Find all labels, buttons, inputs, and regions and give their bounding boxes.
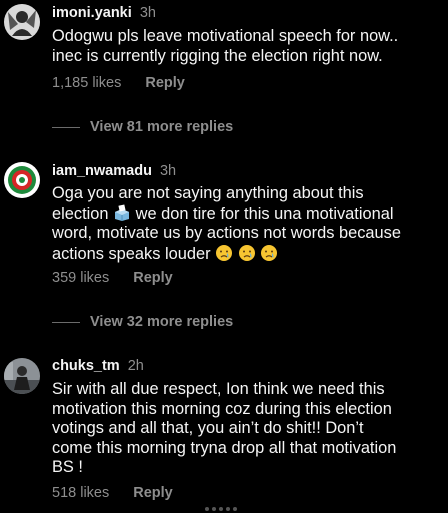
comment-line: election	[52, 204, 109, 223]
divider-line	[52, 321, 80, 323]
username[interactable]: chuks_tm	[52, 358, 120, 374]
likes-count[interactable]: 1,185 likes	[52, 75, 121, 91]
view-more-replies-label: View 81 more replies	[90, 119, 234, 135]
avatar[interactable]	[4, 358, 40, 394]
dot	[219, 507, 223, 511]
comment-meta: 1,185 likes Reply	[52, 75, 185, 91]
username[interactable]: imoni.yanki	[52, 5, 132, 21]
comment-line: word, motivate us by actions not words b…	[52, 224, 401, 242]
comment-line: motivation this morning coz during this …	[52, 399, 392, 418]
reply-button[interactable]: Reply	[133, 270, 173, 286]
avatar-photo-icon	[4, 358, 40, 394]
view-more-replies-button[interactable]: View 81 more replies	[52, 119, 233, 135]
timestamp: 3h	[139, 5, 156, 21]
divider-line	[52, 126, 80, 128]
reply-button[interactable]: Reply	[145, 75, 185, 91]
timestamp: 3h	[159, 163, 177, 179]
dot	[233, 507, 237, 511]
comment-line: Odogwu pls leave motivational speech for…	[52, 27, 399, 45]
timestamp: 2h	[127, 358, 144, 374]
avatar-party-logo-icon	[4, 162, 40, 198]
crying-face-icon	[238, 244, 255, 261]
comment-line: BS !	[52, 458, 83, 476]
comment-line: we don tire for this una motivational	[135, 204, 394, 223]
view-more-replies-label: View 32 more replies	[90, 314, 234, 330]
loading-indicator	[205, 507, 245, 511]
comment-line: actions speaks louder	[52, 244, 211, 263]
comment-line: inec is currently rigging the election r…	[52, 46, 383, 65]
comment-line-with-emoji: election we don tire for this una motiva…	[52, 203, 437, 225]
dot	[212, 507, 216, 511]
likes-count[interactable]: 359 likes	[52, 270, 109, 286]
avatar-person-icon	[4, 4, 40, 40]
view-more-replies-button[interactable]: View 32 more replies	[52, 314, 233, 330]
comment-line: Sir with all due respect, Ion think we n…	[52, 380, 385, 398]
comment-header: imoni.yanki 3h	[52, 5, 156, 21]
crying-face-icon	[216, 244, 233, 261]
avatar[interactable]	[4, 4, 40, 40]
comment-line: come this morning tryna drop all that mo…	[52, 438, 397, 457]
comment-meta: 359 likes Reply	[52, 270, 173, 286]
comment-text: Sir with all due respect, Ion think we n…	[52, 380, 437, 478]
comment-text: Odogwu pls leave motivational speech for…	[52, 27, 437, 66]
comment-text: Oga you are not saying anything about th…	[52, 184, 437, 264]
likes-count[interactable]: 518 likes	[52, 485, 109, 501]
comment-meta: 518 likes Reply	[52, 485, 173, 501]
crying-face-icon	[261, 244, 278, 261]
comment-line-with-emoji: actions speaks louder	[52, 244, 437, 265]
comment-line: votings and all that, you ain’t do shit!…	[52, 419, 364, 437]
reply-button[interactable]: Reply	[133, 485, 173, 501]
avatar[interactable]	[4, 162, 40, 198]
dot	[226, 507, 230, 511]
username[interactable]: iam_nwamadu	[52, 163, 152, 179]
comment-header: iam_nwamadu 3h	[52, 163, 176, 179]
comment-line: Oga you are not saying anything about th…	[52, 184, 364, 202]
ballot-box-icon	[115, 203, 130, 221]
comment-header: chuks_tm 2h	[52, 358, 144, 374]
dot	[205, 507, 209, 511]
